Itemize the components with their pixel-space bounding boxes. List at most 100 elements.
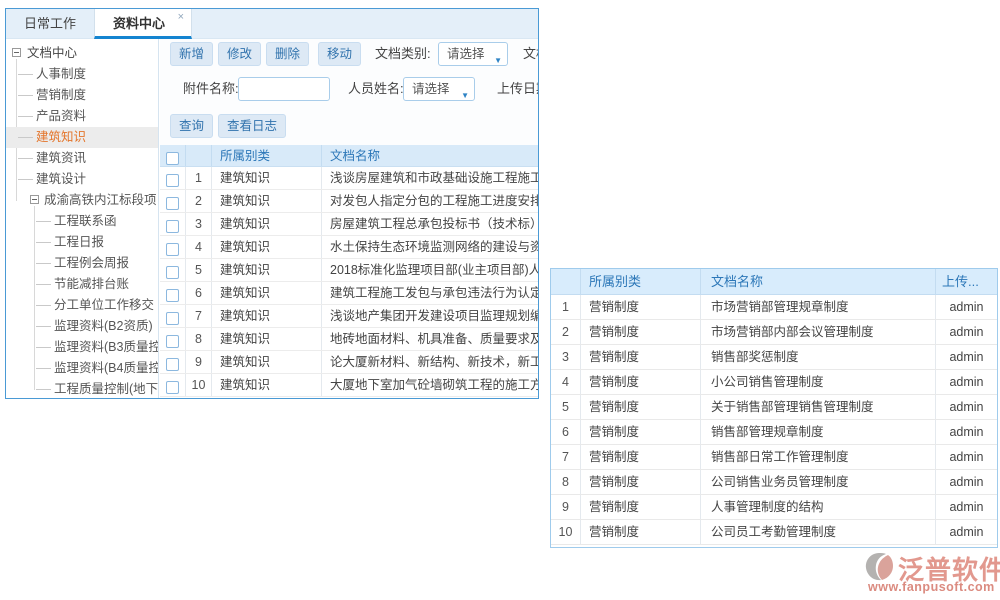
query-button[interactable]: 查询 (170, 114, 213, 138)
table-row[interactable]: 4 建筑知识 水土保持生态环境监测网络的建设与资... (160, 236, 538, 259)
row-checkbox[interactable] (166, 358, 179, 371)
tab-data-center[interactable]: 资料中心 × (94, 9, 192, 39)
tree-connector (36, 368, 51, 369)
row-number: 4 (551, 370, 581, 394)
collapse-minus-icon[interactable] (30, 195, 39, 204)
tree-item[interactable]: 监理资料(B2资质) (6, 316, 158, 337)
row-checkbox[interactable] (166, 243, 179, 256)
row-uploader: admin (936, 495, 997, 519)
person-name-label: 人员姓名: (348, 77, 404, 101)
row-checkbox-cell (160, 190, 186, 212)
tree-item[interactable]: 建筑资讯 (6, 148, 158, 169)
row-category: 营销制度 (581, 395, 701, 419)
table-row[interactable]: 5 建筑知识 2018标准化监理项目部(业主项目部)人员... (160, 259, 538, 282)
category-column-header: 所属别类 (581, 269, 701, 294)
table-row[interactable]: 8 营销制度 公司销售业务员管理制度 admin (551, 470, 997, 495)
modify-button[interactable]: 修改 (218, 42, 261, 66)
row-category: 建筑知识 (212, 213, 322, 235)
table-row[interactable]: 1 建筑知识 浅谈房屋建筑和市政基础设施工程施工... (160, 167, 538, 190)
tree-item-label: 工程联系函 (54, 214, 117, 228)
table-row[interactable]: 1 营销制度 市场营销部管理规章制度 admin (551, 295, 997, 320)
tree-item[interactable]: 监理资料(B3质量控制) (6, 337, 158, 358)
table-row[interactable]: 6 营销制度 销售部管理规章制度 admin (551, 420, 997, 445)
table-row[interactable]: 7 营销制度 销售部日常工作管理制度 admin (551, 445, 997, 470)
row-category: 建筑知识 (212, 351, 322, 373)
view-log-button[interactable]: 查看日志 (218, 114, 286, 138)
tree-item[interactable]: 工程日报 (6, 232, 158, 253)
table-row[interactable]: 4 营销制度 小公司销售管理制度 admin (551, 370, 997, 395)
doc-category-select[interactable]: 请选择 ▼ (438, 42, 508, 66)
table-row[interactable]: 9 建筑知识 论大厦新材料、新结构、新技术，新工... (160, 351, 538, 374)
tree-connector (18, 158, 33, 159)
table-row[interactable]: 10 营销制度 公司员工考勤管理制度 admin (551, 520, 997, 545)
marketing-table-header: 所属别类 文档名称 上传... (551, 269, 997, 295)
tree-item[interactable]: 工程例会周报 (6, 253, 158, 274)
tree-item[interactable]: 产品资料 (6, 106, 158, 127)
row-checkbox[interactable] (166, 197, 179, 210)
delete-button[interactable]: 删除 (266, 42, 309, 66)
row-doc-name: 小公司销售管理制度 (701, 370, 936, 394)
collapse-minus-icon[interactable] (12, 48, 21, 57)
attachment-name-input[interactable] (238, 77, 330, 101)
tree-item[interactable]: 人事制度 (6, 64, 158, 85)
tree-item[interactable]: 建筑设计 (6, 169, 158, 190)
row-number: 10 (186, 374, 212, 396)
row-uploader: admin (936, 420, 997, 444)
table-row[interactable]: 9 营销制度 人事管理制度的结构 admin (551, 495, 997, 520)
row-checkbox[interactable] (166, 289, 179, 302)
tree-item[interactable]: 建筑知识 (6, 127, 158, 148)
table-row[interactable]: 2 营销制度 市场营销部内部会议管理制度 admin (551, 320, 997, 345)
row-number: 1 (186, 167, 212, 189)
table-row[interactable]: 6 建筑知识 建筑工程施工发包与承包违法行为认定... (160, 282, 538, 305)
row-checkbox-cell (160, 305, 186, 327)
row-checkbox[interactable] (166, 335, 179, 348)
row-checkbox[interactable] (166, 220, 179, 233)
row-doc-name: 销售部日常工作管理制度 (701, 445, 936, 469)
tab-daily-work[interactable]: 日常工作 (6, 9, 94, 39)
table-row[interactable]: 2 建筑知识 对发包人指定分包的工程施工进度安排... (160, 190, 538, 213)
add-button[interactable]: 新增 (170, 42, 213, 66)
row-doc-name: 建筑工程施工发包与承包违法行为认定... (322, 282, 538, 304)
row-checkbox[interactable] (166, 266, 179, 279)
table-row[interactable]: 3 建筑知识 房屋建筑工程总承包投标书（技术标）... (160, 213, 538, 236)
tree-item[interactable]: 节能减排台账 (6, 274, 158, 295)
tree-item[interactable]: 成渝高铁内江标段项目 (6, 190, 158, 211)
row-checkbox[interactable] (166, 381, 179, 394)
table-row[interactable]: 5 营销制度 关于销售部管理销售管理制度 admin (551, 395, 997, 420)
select-all-checkbox[interactable] (166, 152, 179, 165)
clipped-doc-label: 文档 (523, 42, 538, 66)
row-doc-name: 关于销售部管理销售管理制度 (701, 395, 936, 419)
person-name-select[interactable]: 请选择 ▼ (403, 77, 475, 101)
tree-item[interactable]: 监理资料(B4质量控制) (6, 358, 158, 379)
tree-item[interactable]: 文档中心 (6, 43, 158, 64)
uploader-column-header: 上传... (936, 269, 997, 294)
move-button[interactable]: 移动 (318, 42, 361, 66)
doc-name-column-header: 文档名称 (322, 145, 538, 166)
row-doc-name: 人事管理制度的结构 (701, 495, 936, 519)
row-doc-name: 公司销售业务员管理制度 (701, 470, 936, 494)
tree-item[interactable]: 分工单位工作移交 (6, 295, 158, 316)
tree-item-label: 建筑资讯 (36, 151, 86, 165)
table-row[interactable]: 3 营销制度 销售部奖惩制度 admin (551, 345, 997, 370)
row-category: 营销制度 (581, 420, 701, 444)
row-checkbox[interactable] (166, 174, 179, 187)
tree-item-label: 监理资料(B2资质) (54, 319, 153, 333)
table-row[interactable]: 8 建筑知识 地砖地面材料、机具准备、质量要求及... (160, 328, 538, 351)
row-uploader: admin (936, 520, 997, 544)
tree-item[interactable]: 营销制度 (6, 85, 158, 106)
category-column-header: 所属别类 (212, 145, 322, 166)
row-uploader: admin (936, 320, 997, 344)
row-checkbox-cell (160, 351, 186, 373)
tree-item[interactable]: 工程联系函 (6, 211, 158, 232)
tree-item[interactable]: 工程质量控制(地下室) (6, 379, 158, 398)
row-category: 营销制度 (581, 295, 701, 319)
table-row[interactable]: 7 建筑知识 浅谈地产集团开发建设项目监理规划编... (160, 305, 538, 328)
table-row[interactable]: 10 建筑知识 大厦地下室加气砼墙砌筑工程的施工方... (160, 374, 538, 397)
person-name-value: 请选择 (412, 82, 450, 96)
tab-close-icon[interactable]: × (178, 10, 184, 24)
row-checkbox[interactable] (166, 312, 179, 325)
row-category: 营销制度 (581, 320, 701, 344)
filter-bar: 附件名称: 人员姓名: 请选择 ▼ 上传日期 (160, 76, 538, 103)
tree-item-label: 分工单位工作移交 (54, 298, 154, 312)
tree-connector (18, 179, 33, 180)
